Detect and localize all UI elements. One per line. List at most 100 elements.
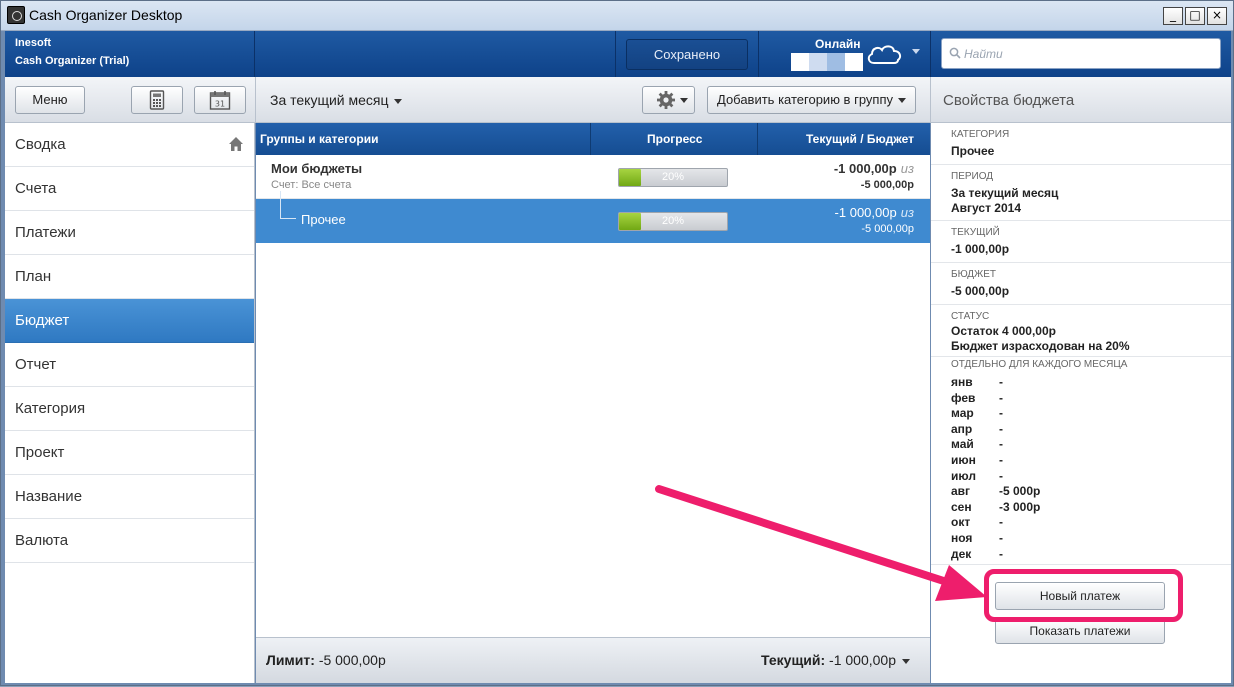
property-value: За текущий месяц Август 2014 xyxy=(951,186,1059,215)
gear-icon xyxy=(656,91,675,109)
month-value: - xyxy=(999,468,1003,483)
month-row: янв - xyxy=(951,375,1040,391)
month-row: фев - xyxy=(951,391,1040,407)
period-dropdown[interactable]: За текущий месяц xyxy=(270,92,402,108)
header-divider xyxy=(930,31,931,77)
progress-text: 20% xyxy=(661,215,685,227)
toolbar-divider xyxy=(930,77,931,123)
row-current: -1 000,00р из xyxy=(833,161,914,176)
month-name: май xyxy=(951,437,974,452)
sidebar-item-payee[interactable]: Название xyxy=(5,475,254,519)
limit-value: -5 000,00р xyxy=(318,652,386,668)
calendar-icon: 31 xyxy=(209,91,231,110)
sidebar-item-report[interactable]: Отчет xyxy=(5,343,254,387)
settings-dropdown-button[interactable] xyxy=(642,86,695,114)
month-name: сен xyxy=(951,499,972,514)
progress-bar: 20% xyxy=(618,168,728,187)
month-name: мар xyxy=(951,406,974,421)
column-header-progress[interactable]: Прогресс xyxy=(647,132,702,146)
current-label: Текущий: xyxy=(761,652,826,668)
calendar-button[interactable]: 31 xyxy=(194,86,246,114)
svg-text:31: 31 xyxy=(215,100,225,109)
calculator-button[interactable] xyxy=(131,86,183,114)
month-row: май - xyxy=(951,437,1040,453)
close-button[interactable]: × xyxy=(1207,7,1227,25)
toolbar: Меню 31 За текущий месяц Добавить катего… xyxy=(5,77,1231,123)
sidebar-item-project[interactable]: Проект xyxy=(5,431,254,475)
sidebar-item-label: План xyxy=(15,268,52,285)
sidebar-item-label: Название xyxy=(15,488,83,505)
month-row: июн - xyxy=(951,453,1040,469)
period-label: За текущий месяц xyxy=(270,92,389,108)
add-category-button[interactable]: Добавить категорию в группу xyxy=(707,86,916,114)
sidebar-item-currency[interactable]: Валюта xyxy=(5,519,254,563)
title-bar: Cash Organizer Desktop _ □ × xyxy=(1,1,1233,31)
month-name: июл xyxy=(951,468,976,483)
header-divider xyxy=(758,31,759,77)
column-header-groups[interactable]: Группы и категории xyxy=(260,132,378,146)
sidebar-item-summary[interactable]: Сводка xyxy=(5,123,254,167)
month-row: сен -3 000р xyxy=(951,500,1040,516)
search-box[interactable] xyxy=(941,38,1221,69)
property-current: Текущий -1 000,00р xyxy=(931,221,1231,263)
app-window: Cash Organizer Desktop _ □ × Inesoft Cas… xyxy=(0,0,1234,686)
home-icon[interactable] xyxy=(228,136,244,152)
month-value: -5 000р xyxy=(999,484,1041,499)
column-divider xyxy=(590,123,591,155)
sidebar-item-label: Категория xyxy=(15,400,86,417)
month-name: авг xyxy=(951,484,971,499)
month-value: - xyxy=(999,530,1003,545)
column-divider xyxy=(757,123,758,155)
sidebar-item-label: Сводка xyxy=(15,136,66,153)
search-input[interactable] xyxy=(964,44,1214,64)
chevron-down-icon xyxy=(902,658,910,664)
month-value: - xyxy=(999,546,1003,561)
sidebar-item-accounts[interactable]: Счета xyxy=(5,167,254,211)
sidebar-item-payments[interactable]: Платежи xyxy=(5,211,254,255)
property-value: -1 000,00р xyxy=(951,242,1010,256)
property-budget: Бюджет -5 000,00р xyxy=(931,263,1231,305)
table-footer: Лимит: -5 000,00р Текущий: -1 000,00р xyxy=(256,637,930,683)
month-name: янв xyxy=(951,375,973,389)
month-row: дек - xyxy=(951,547,1040,563)
table-row[interactable]: Мои бюджеты Счет: Все счета 20% -1 000,0… xyxy=(256,155,930,199)
month-row: окт - xyxy=(951,515,1040,531)
menu-button[interactable]: Меню xyxy=(15,86,85,114)
month-value: - xyxy=(999,375,1003,389)
current-summary[interactable]: Текущий: -1 000,00р xyxy=(761,652,910,668)
month-value: - xyxy=(999,515,1003,530)
highlight-frame xyxy=(984,569,1183,622)
row-subtitle: Счет: Все счета xyxy=(271,179,352,191)
sidebar-item-plan[interactable]: План xyxy=(5,255,254,299)
window-controls: _ □ × xyxy=(1163,7,1227,25)
sidebar-item-label: Проект xyxy=(15,444,65,461)
header-divider xyxy=(615,31,616,77)
sidebar-item-label: Валюта xyxy=(15,532,69,549)
month-name: окт xyxy=(951,515,971,530)
month-row: мар - xyxy=(951,406,1040,422)
row-title: Прочее xyxy=(301,212,346,227)
table-row-selected[interactable]: Прочее 20% -1 000,00р из -5 000,00р xyxy=(256,191,930,243)
minimize-button[interactable]: _ xyxy=(1163,7,1183,25)
property-label: Текущий xyxy=(951,227,1000,238)
month-value: - xyxy=(999,452,1003,467)
month-name: дек xyxy=(951,546,972,561)
maximize-button[interactable]: □ xyxy=(1185,7,1205,25)
chevron-down-icon xyxy=(897,98,906,104)
search-icon xyxy=(949,47,961,59)
month-value: - xyxy=(999,390,1003,405)
saved-button[interactable]: Сохранено xyxy=(626,39,748,70)
property-label: Статус xyxy=(951,311,990,322)
sidebar-item-budget[interactable]: Бюджет xyxy=(5,299,254,343)
table-header: Группы и категории Прогресс Текущий / Бю… xyxy=(256,123,930,155)
calculator-icon xyxy=(149,90,165,110)
properties-title: Свойства бюджета xyxy=(943,92,1075,109)
column-header-current-budget[interactable]: Текущий / Бюджет xyxy=(806,132,914,146)
cloud-icon xyxy=(867,45,902,64)
row-title: Мои бюджеты xyxy=(271,161,363,176)
online-sync-indicator xyxy=(791,53,863,71)
app-icon xyxy=(7,6,25,24)
row-budget: -5 000,00р xyxy=(861,223,914,235)
month-name: ноя xyxy=(951,530,973,545)
sidebar-item-category[interactable]: Категория xyxy=(5,387,254,431)
